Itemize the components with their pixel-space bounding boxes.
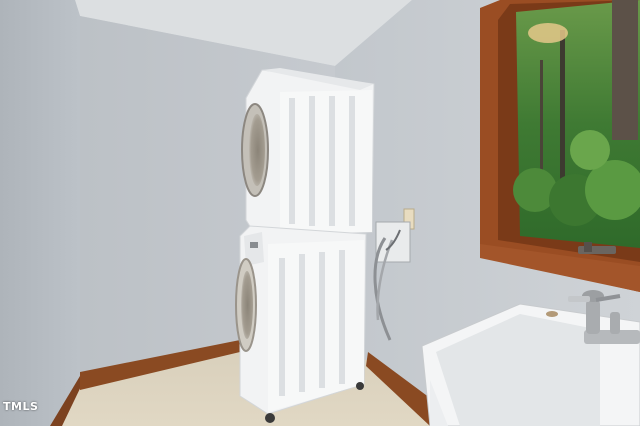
laundry-room-photo bbox=[0, 0, 640, 426]
tree-trunk bbox=[560, 30, 565, 180]
window[interactable] bbox=[480, 0, 640, 292]
lamp-reflection bbox=[528, 23, 568, 43]
watermark: TMLS bbox=[3, 400, 39, 413]
tree-trunk bbox=[612, 0, 638, 140]
dryer[interactable] bbox=[241, 68, 375, 237]
tree-trunk bbox=[540, 60, 543, 180]
left-wall bbox=[0, 0, 80, 426]
